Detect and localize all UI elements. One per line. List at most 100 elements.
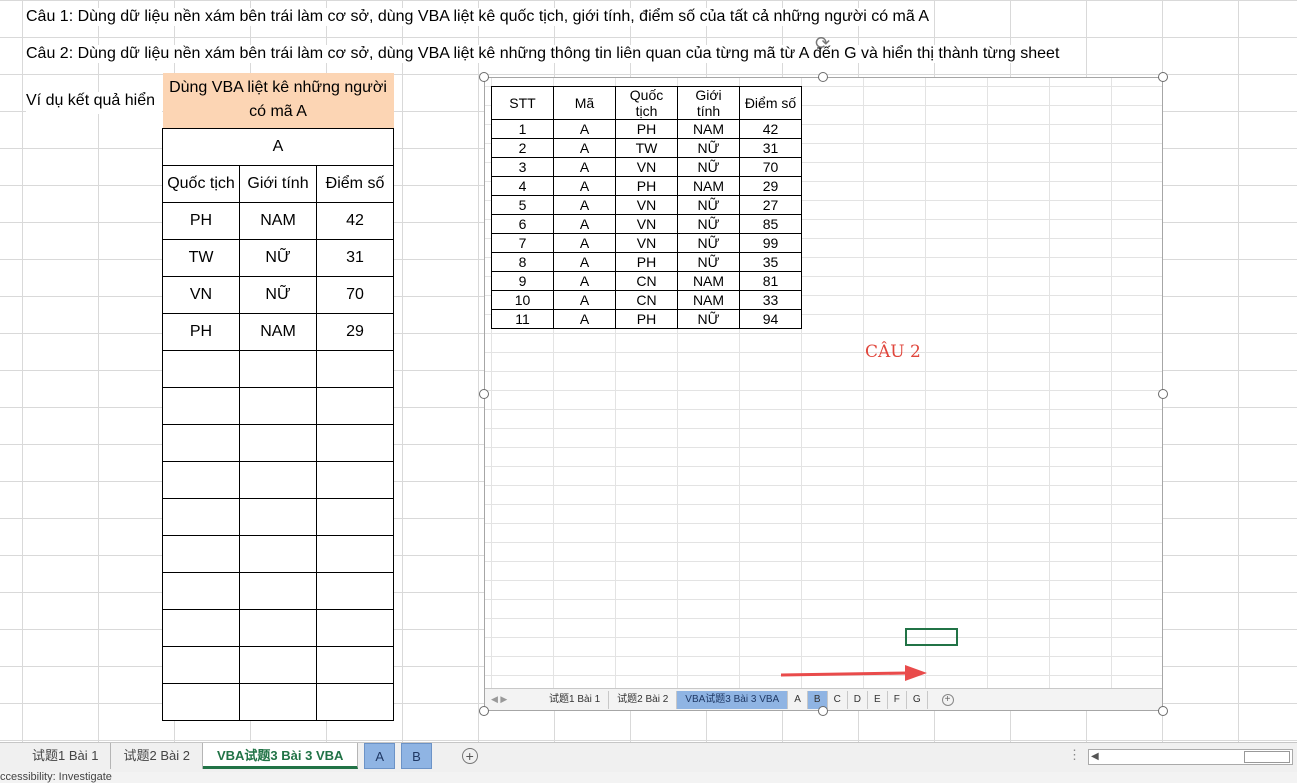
tab-split-handle-icon[interactable]: ⋮ [1068,747,1081,763]
cell-gender[interactable]: NAM [239,201,317,240]
empty-cell[interactable] [162,608,240,647]
column-header-nationality[interactable]: Quốc tịch [162,164,240,203]
embedded-cell: 70 [739,157,802,177]
resize-handle[interactable] [479,706,489,716]
embedded-cell: PH [615,176,678,196]
empty-cell[interactable] [162,497,240,536]
sheet-tab[interactable]: 试题2 Bài 2 [111,743,203,769]
empty-cell[interactable] [162,349,240,388]
sheet-tab[interactable]: VBA试题3 Bài 3 VBA [202,743,359,769]
embedded-column-header: Mã [553,86,616,120]
empty-cell[interactable] [239,682,317,721]
empty-cell[interactable] [162,571,240,610]
scroll-left-icon[interactable]: ◀ [1091,751,1099,762]
embedded-cell: A [553,290,616,310]
empty-cell[interactable] [162,645,240,684]
cell-nationality[interactable]: PH [162,312,240,351]
example-label: Ví dụ kết quả hiển [26,92,162,114]
embedded-screenshot-image[interactable]: STT Mã Quốc tịch Giới tính Điểm số 1 A PH NAM 42… [484,77,1163,711]
cell-gender[interactable]: NỮ [239,238,317,277]
empty-cell[interactable] [239,608,317,647]
cell-nationality[interactable]: TW [162,238,240,277]
result-code-cell[interactable]: A [162,127,394,166]
embedded-cell: 5 [491,195,554,215]
embedded-tab: 试题2 Bài 2 [609,690,678,709]
embedded-cell: NỮ [677,309,740,329]
embedded-cell: 11 [491,309,554,329]
empty-row [162,571,394,610]
embedded-table-row: 8 A PH NỮ 35 [491,252,802,272]
horizontal-scrollbar[interactable]: ◀ [1088,749,1293,765]
empty-cell[interactable] [316,682,394,721]
empty-cell[interactable] [239,423,317,462]
embedded-cell: 85 [739,214,802,234]
embedded-cell: NỮ [677,214,740,234]
embedded-cell: 94 [739,309,802,329]
empty-cell[interactable] [316,497,394,536]
sheet-tab[interactable]: 试题1 Bài 1 [20,743,112,769]
rotate-handle-icon[interactable]: ⟳ [815,33,830,54]
embedded-cell: A [553,271,616,291]
add-sheet-icon[interactable]: + [461,748,478,764]
empty-cell[interactable] [239,645,317,684]
empty-cell[interactable] [316,645,394,684]
resize-handle[interactable] [479,389,489,399]
embedded-cell: 81 [739,271,802,291]
annotation-label: CÂU 2 [865,342,921,362]
cell-score[interactable]: 31 [316,238,394,277]
resize-handle[interactable] [818,72,828,82]
sheet-tab-b[interactable]: B [401,743,432,769]
empty-cell[interactable] [239,497,317,536]
column-header-score[interactable]: Điểm số [316,164,394,203]
resize-handle[interactable] [1158,706,1168,716]
resize-handle[interactable] [1158,389,1168,399]
cell-nationality[interactable]: PH [162,201,240,240]
cell-gender[interactable]: NỮ [239,275,317,314]
scrollbar-thumb[interactable] [1244,751,1290,763]
embedded-cell: NAM [677,290,740,310]
resize-handle[interactable] [818,706,828,716]
empty-cell[interactable] [316,423,394,462]
cell-nationality[interactable]: VN [162,275,240,314]
embedded-tab: E [868,690,888,709]
empty-row [162,386,394,425]
cell-gender[interactable]: NAM [239,312,317,351]
embedded-column-header: Quốc tịch [615,86,678,120]
embedded-table-row: 4 A PH NAM 29 [491,176,802,196]
cell-score[interactable]: 70 [316,275,394,314]
embedded-cell: A [553,252,616,272]
status-bar: ccessibility: Investigate [0,772,1297,783]
empty-cell[interactable] [239,349,317,388]
empty-cell[interactable] [316,349,394,388]
embedded-cell: 4 [491,176,554,196]
embedded-cell: A [553,119,616,139]
embedded-column-header: STT [491,86,554,120]
empty-cell[interactable] [162,386,240,425]
embedded-cell: A [553,214,616,234]
empty-cell[interactable] [316,386,394,425]
empty-cell[interactable] [239,534,317,573]
empty-cell[interactable] [162,460,240,499]
empty-cell[interactable] [316,534,394,573]
empty-cell[interactable] [162,682,240,721]
empty-cell[interactable] [239,571,317,610]
embedded-tab: C [828,690,848,709]
resize-handle[interactable] [1158,72,1168,82]
sheet-tab-bar: 试题1 Bài 1 试题2 Bài 2 VBA试题3 Bài 3 VBA A B + ⋮… [0,742,1297,772]
empty-cell[interactable] [162,534,240,573]
empty-cell[interactable] [162,423,240,462]
embedded-cell: 9 [491,271,554,291]
resize-handle[interactable] [479,72,489,82]
cell-score[interactable]: 42 [316,201,394,240]
empty-cell[interactable] [239,460,317,499]
sheet-tab-a[interactable]: A [364,743,396,769]
column-header-gender[interactable]: Giới tính [239,164,317,203]
empty-cell[interactable] [239,386,317,425]
embedded-cell: 27 [739,195,802,215]
empty-cell[interactable] [316,571,394,610]
empty-cell[interactable] [316,608,394,647]
empty-cell[interactable] [316,460,394,499]
cell-score[interactable]: 29 [316,312,394,351]
embedded-cell: A [553,195,616,215]
result-table-header: Dùng VBA liệt kê những người có mã A [162,73,394,128]
